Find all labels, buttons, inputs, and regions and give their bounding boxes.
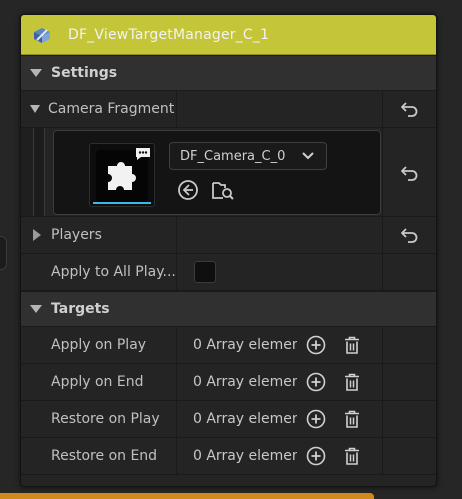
camera-fragment-value <box>177 91 383 127</box>
target-label: Restore on End <box>51 448 158 464</box>
targets-category[interactable]: Targets <box>21 291 436 327</box>
apply-all-name: Apply to All Play... <box>21 254 177 290</box>
target-name: Restore on End <box>21 438 177 474</box>
use-selected-asset-button[interactable] <box>176 178 200 202</box>
asset-type-accent <box>93 202 151 204</box>
target-name: Apply on Play <box>21 327 177 363</box>
browse-asset-button[interactable] <box>211 178 235 202</box>
asset-picker-panel: DF_Camera_C_0 <box>53 130 381 215</box>
target-row: Apply on End 0 Array elements <box>21 364 436 401</box>
add-element-button[interactable] <box>305 445 327 467</box>
reset-placeholder <box>383 401 436 437</box>
expand-arrow-icon[interactable] <box>33 229 41 241</box>
target-value: 0 Array elements <box>177 401 383 437</box>
players-label: Players <box>51 227 102 243</box>
players-name: Players <box>21 217 177 253</box>
empty-array-button[interactable] <box>341 445 363 467</box>
selected-asset-name: DF_Camera_C_0 <box>180 148 286 164</box>
reset-placeholder <box>383 254 436 290</box>
reset-to-default-button[interactable] <box>383 217 436 253</box>
target-label: Restore on Play <box>51 411 160 427</box>
array-count-text: 0 Array elements <box>193 374 297 390</box>
array-count-text: 0 Array elements <box>193 337 297 353</box>
asset-combo-box[interactable]: DF_Camera_C_0 <box>169 142 327 170</box>
array-count-text: 0 Array elements <box>193 411 297 427</box>
empty-array-button[interactable] <box>341 408 363 430</box>
blueprint-node[interactable]: DF_ViewTargetManager_C_1 Settings Camera… <box>20 14 437 487</box>
chat-bubble-icon <box>134 146 152 162</box>
apply-all-row: Apply to All Play... <box>21 254 436 291</box>
target-label: Apply on Play <box>51 337 147 353</box>
target-row: Restore on End 0 Array elements <box>21 438 436 475</box>
reset-to-default-button[interactable] <box>382 128 436 217</box>
trash-icon <box>345 410 359 428</box>
camera-fragment-name: Camera Fragment <box>21 91 177 127</box>
reset-placeholder <box>383 327 436 363</box>
reset-arrow-icon <box>400 165 417 181</box>
array-count-text: 0 Array elements <box>193 448 297 464</box>
reset-placeholder <box>383 364 436 400</box>
add-element-button[interactable] <box>305 371 327 393</box>
target-row: Restore on Play 0 Array elements <box>21 401 436 438</box>
reset-to-default-button[interactable] <box>383 91 436 127</box>
targets-category-label: Targets <box>51 301 110 317</box>
camera-fragment-details: DF_Camera_C_0 <box>21 128 436 217</box>
reset-placeholder <box>383 438 436 474</box>
reset-arrow-icon <box>400 102 417 117</box>
trash-icon <box>345 336 359 354</box>
indent-guide <box>34 128 45 216</box>
plus-circle-icon <box>306 372 326 392</box>
background-node-edge <box>0 493 374 499</box>
asset-thumbnail[interactable] <box>89 143 155 207</box>
node-header[interactable]: DF_ViewTargetManager_C_1 <box>21 15 436 55</box>
chevron-down-icon <box>302 152 314 160</box>
apply-all-value <box>177 254 383 290</box>
target-value: 0 Array elements <box>177 364 383 400</box>
empty-array-button[interactable] <box>341 334 363 356</box>
target-value: 0 Array elements <box>177 327 383 363</box>
trash-icon <box>345 447 359 465</box>
target-value: 0 Array elements <box>177 438 383 474</box>
collapse-arrow-icon[interactable] <box>30 305 42 313</box>
add-element-button[interactable] <box>305 408 327 430</box>
plus-circle-icon <box>306 409 326 429</box>
indent-guide <box>21 128 34 216</box>
players-row: Players <box>21 217 436 254</box>
plus-circle-icon <box>306 446 326 466</box>
browse-folder-search-icon <box>212 182 234 200</box>
trash-icon <box>345 373 359 391</box>
target-row: Apply on Play 0 Array elements <box>21 327 436 364</box>
players-value <box>177 217 383 253</box>
settings-category[interactable]: Settings <box>21 55 436 91</box>
apply-all-label: Apply to All Play... <box>51 264 176 280</box>
reset-arrow-icon <box>400 228 417 243</box>
expand-arrow-icon[interactable] <box>30 105 40 113</box>
empty-array-button[interactable] <box>341 371 363 393</box>
use-selected-icon <box>178 180 198 200</box>
camera-fragment-label: Camera Fragment <box>48 101 175 117</box>
node-title: DF_ViewTargetManager_C_1 <box>68 26 270 43</box>
plus-circle-icon <box>306 335 326 355</box>
background-panel-tab <box>0 236 7 270</box>
collapse-arrow-icon[interactable] <box>30 69 42 77</box>
target-name: Restore on Play <box>21 401 177 437</box>
add-element-button[interactable] <box>305 334 327 356</box>
blueprint-class-icon <box>30 23 54 47</box>
target-name: Apply on End <box>21 364 177 400</box>
target-label: Apply on End <box>51 374 144 390</box>
settings-category-label: Settings <box>51 65 118 81</box>
apply-all-checkbox[interactable] <box>194 261 216 283</box>
camera-fragment-row: Camera Fragment <box>21 91 436 128</box>
